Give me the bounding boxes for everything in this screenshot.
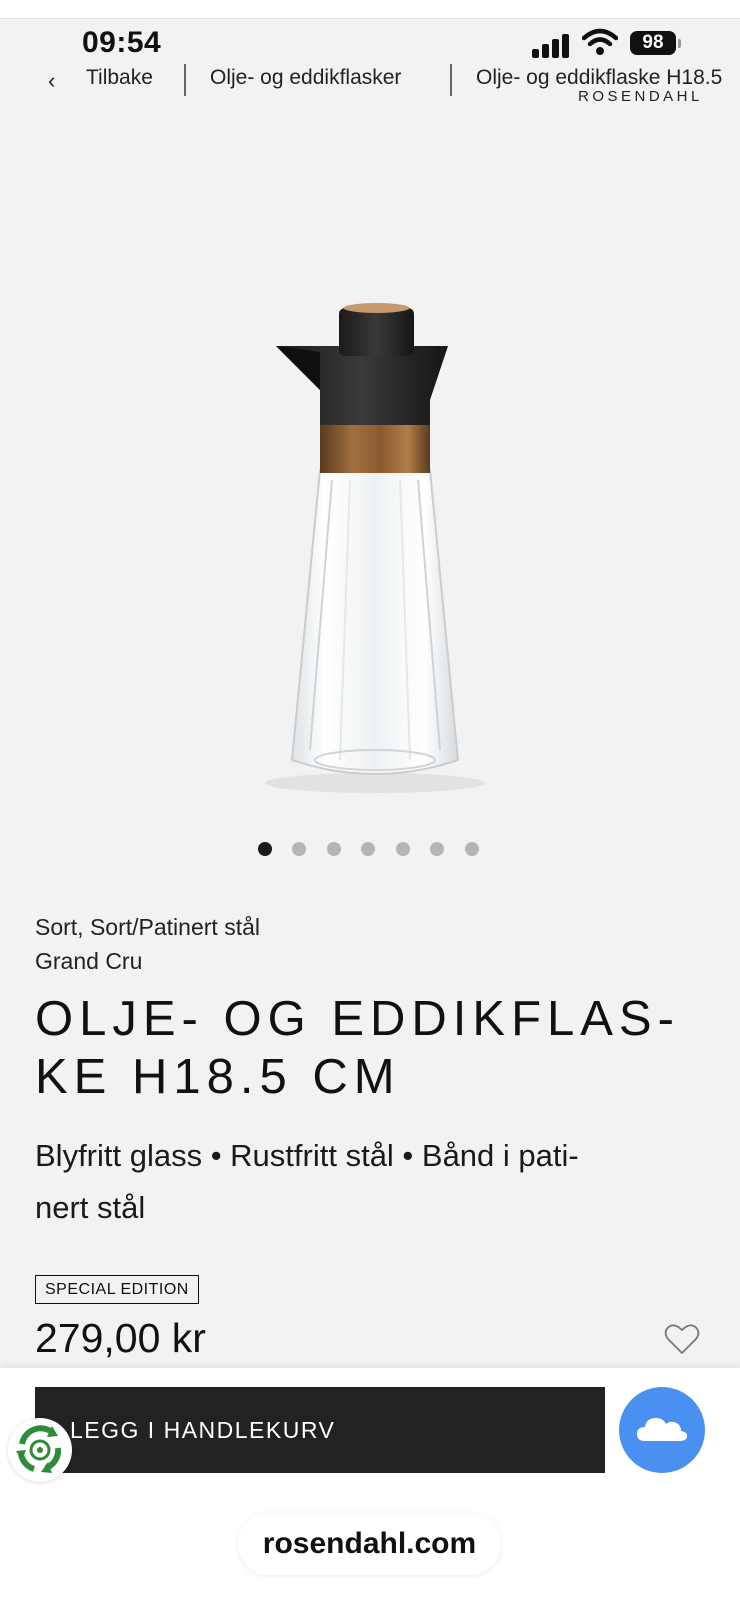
product-title-line: OLJE- OG EDDIKFLAS- [35, 992, 680, 1046]
gallery-dot[interactable] [327, 842, 341, 856]
add-to-cart-button[interactable]: LEGG I HANDLEKURV [35, 1387, 605, 1473]
recycle-icon[interactable] [8, 1418, 72, 1482]
product-title-line: KE H18.5 CM [35, 1050, 401, 1104]
back-link[interactable]: Tilbake [86, 66, 153, 90]
battery-icon: 98 [630, 31, 676, 55]
heart-icon[interactable] [664, 1322, 700, 1356]
breadcrumb-separator [450, 64, 452, 96]
gallery-dot[interactable] [258, 842, 272, 856]
breadcrumb-separator [184, 64, 186, 96]
top-strip [0, 0, 740, 19]
product-image[interactable] [0, 120, 740, 820]
gallery-dot[interactable] [396, 842, 410, 856]
gallery-dot[interactable] [361, 842, 375, 856]
gallery-pagination [0, 842, 740, 858]
battery-tip [678, 39, 681, 48]
special-edition-badge: SPECIAL EDITION [35, 1275, 199, 1304]
materials-line: Blyfritt glass • Rustfritt stål • Bånd i… [35, 1138, 579, 1173]
cloud-icon [637, 1418, 688, 1441]
status-time: 09:54 [82, 26, 162, 59]
product-series: Grand Cru [35, 948, 143, 974]
breadcrumb-item-category[interactable]: Olje- og eddikflasker [210, 66, 401, 90]
address-bar[interactable]: rosendahl.com [238, 1513, 501, 1575]
gallery-dot[interactable] [430, 842, 444, 856]
product-materials: Blyfritt glass • Rustfritt stål • Bånd i… [35, 1130, 695, 1234]
breadcrumb-item-product[interactable]: Olje- og eddikflaske H18.5 [476, 66, 722, 90]
signal-icon [532, 32, 572, 58]
status-bar: 09:54 98 [0, 22, 740, 62]
cloud-button[interactable] [619, 1387, 705, 1473]
product-price: 279,00 kr [35, 1315, 206, 1361]
product-title: OLJE- OG EDDIKFLAS- KE H18.5 CM [35, 990, 715, 1106]
product-variant: Sort, Sort/Patinert stål [35, 914, 260, 940]
gallery-dot[interactable] [465, 842, 479, 856]
chevron-left-icon[interactable]: ‹ [48, 68, 55, 94]
wifi-icon [582, 28, 618, 55]
brand-logo: ROSENDAHL [578, 88, 703, 105]
recycle-arrows [16, 1425, 62, 1473]
materials-line: nert stål [35, 1190, 146, 1225]
gallery-dot[interactable] [292, 842, 306, 856]
